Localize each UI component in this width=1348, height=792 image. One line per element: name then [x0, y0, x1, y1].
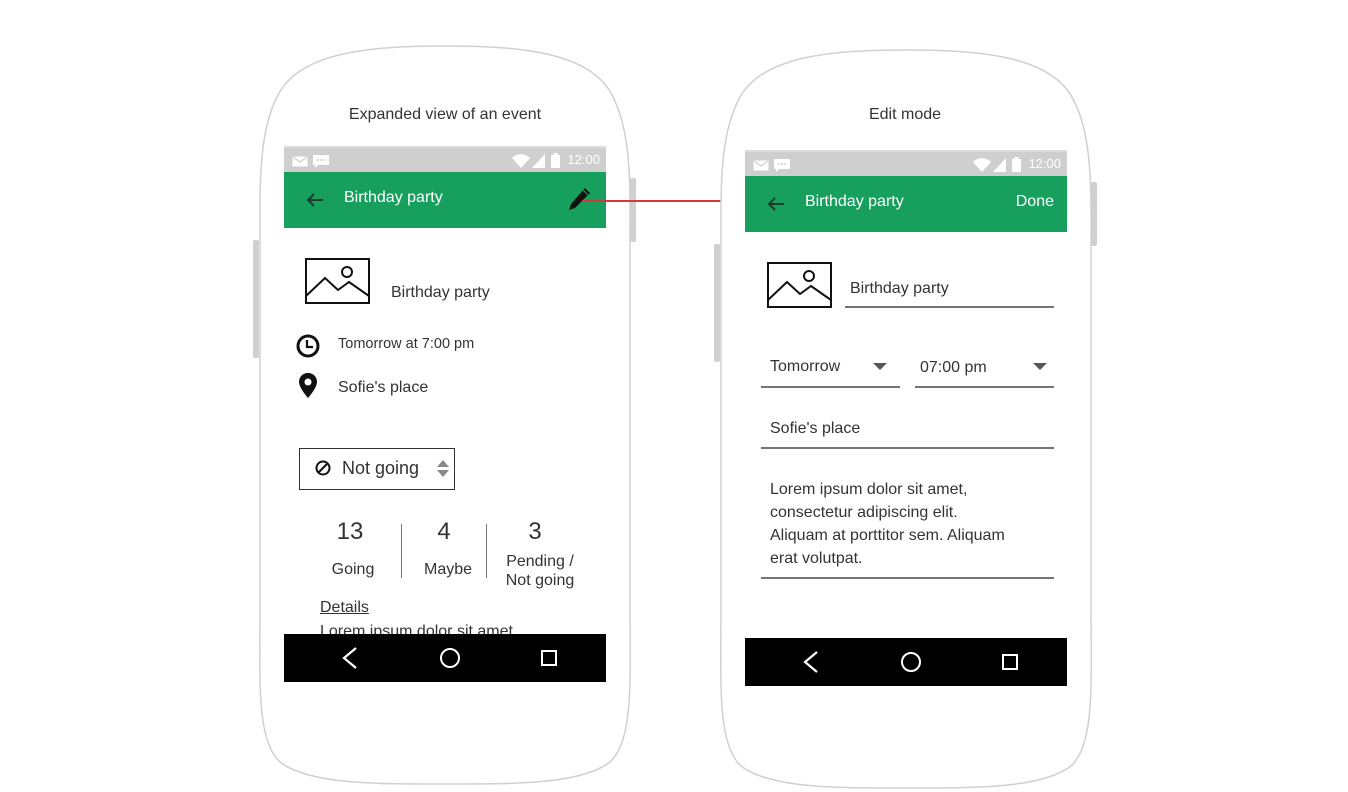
event-image-placeholder	[305, 258, 370, 304]
location-pin-icon	[299, 373, 317, 398]
signal-icon	[532, 154, 545, 168]
nav-bar	[284, 634, 606, 682]
pending-label-line2: Not going	[505, 572, 575, 589]
event-time: Tomorrow at 7:00 pm	[338, 336, 475, 352]
description-line: erat volutpat.	[770, 550, 863, 567]
description-line: consectetur adipiscing elit.	[770, 504, 958, 521]
time-value: 07:00 pm	[920, 359, 987, 376]
field-underline	[761, 447, 1054, 449]
dropdown-arrow-icon	[1033, 363, 1047, 370]
description-line: Aliquam at porttitor sem. Aliquam	[770, 527, 1005, 544]
right-caption: Edit mode	[868, 106, 942, 123]
left-screen: 12:00 Birthday party Birthday party Tomo…	[284, 146, 606, 682]
mail-icon	[292, 156, 308, 167]
status-time: 12:00	[567, 152, 600, 167]
field-underline	[845, 306, 1054, 308]
signal-icon	[993, 158, 1006, 172]
pending-label-line1: Pending /	[506, 553, 574, 570]
not-going-icon	[315, 460, 331, 476]
nav-back-icon[interactable]	[336, 644, 364, 672]
back-arrow-icon[interactable]	[767, 196, 785, 212]
description-line: Lorem ipsum dolor sit amet,	[770, 481, 968, 498]
wifi-icon	[973, 158, 991, 172]
date-value: Tomorrow	[770, 358, 841, 375]
nav-home-icon[interactable]	[897, 648, 925, 676]
event-name: Birthday party	[391, 284, 490, 301]
clock-icon	[296, 334, 320, 358]
field-underline	[915, 386, 1054, 388]
rsvp-value: Not going	[342, 458, 420, 478]
field-underline	[761, 386, 900, 388]
dropdown-arrow-icon	[873, 363, 887, 370]
app-bar: Birthday party Done	[745, 176, 1067, 232]
app-bar-title: Birthday party	[344, 189, 443, 206]
nav-back-icon[interactable]	[797, 648, 825, 676]
app-bar: Birthday party	[284, 172, 606, 228]
nav-recent-icon[interactable]	[996, 648, 1024, 676]
going-label: Going	[331, 561, 375, 578]
maybe-label: Maybe	[423, 561, 473, 578]
nav-bar	[745, 638, 1067, 686]
field-underline	[761, 577, 1054, 579]
back-arrow-icon[interactable]	[306, 192, 324, 208]
message-icon	[313, 155, 329, 168]
mail-icon	[753, 160, 769, 171]
done-button[interactable]: Done	[1016, 193, 1054, 211]
details-link[interactable]: Details	[320, 599, 369, 617]
battery-icon	[551, 153, 560, 168]
battery-icon	[1012, 157, 1021, 172]
wifi-icon	[512, 154, 530, 168]
nav-home-icon[interactable]	[436, 644, 464, 672]
stats-divider	[486, 524, 487, 578]
up-down-arrows-icon	[437, 460, 449, 477]
status-bar: 12:00	[745, 152, 1067, 176]
nav-recent-icon[interactable]	[535, 644, 563, 672]
pending-count: 3	[528, 518, 542, 545]
message-icon	[774, 159, 790, 172]
app-bar-title: Birthday party	[805, 193, 904, 210]
left-caption: Expanded view of an event	[348, 106, 542, 123]
location-input[interactable]: Sofie's place	[770, 420, 860, 438]
event-image-placeholder	[767, 262, 832, 308]
event-name-input[interactable]: Birthday party	[850, 280, 949, 298]
going-count: 13	[336, 518, 364, 545]
event-location: Sofie's place	[338, 379, 429, 396]
stats-divider	[401, 524, 402, 578]
right-screen: 12:00 Birthday party Done Birthday party…	[745, 150, 1067, 686]
maybe-count: 4	[437, 518, 451, 545]
status-time: 12:00	[1028, 156, 1061, 171]
rsvp-select[interactable]: Not going	[299, 448, 455, 490]
status-bar: 12:00	[284, 148, 606, 172]
